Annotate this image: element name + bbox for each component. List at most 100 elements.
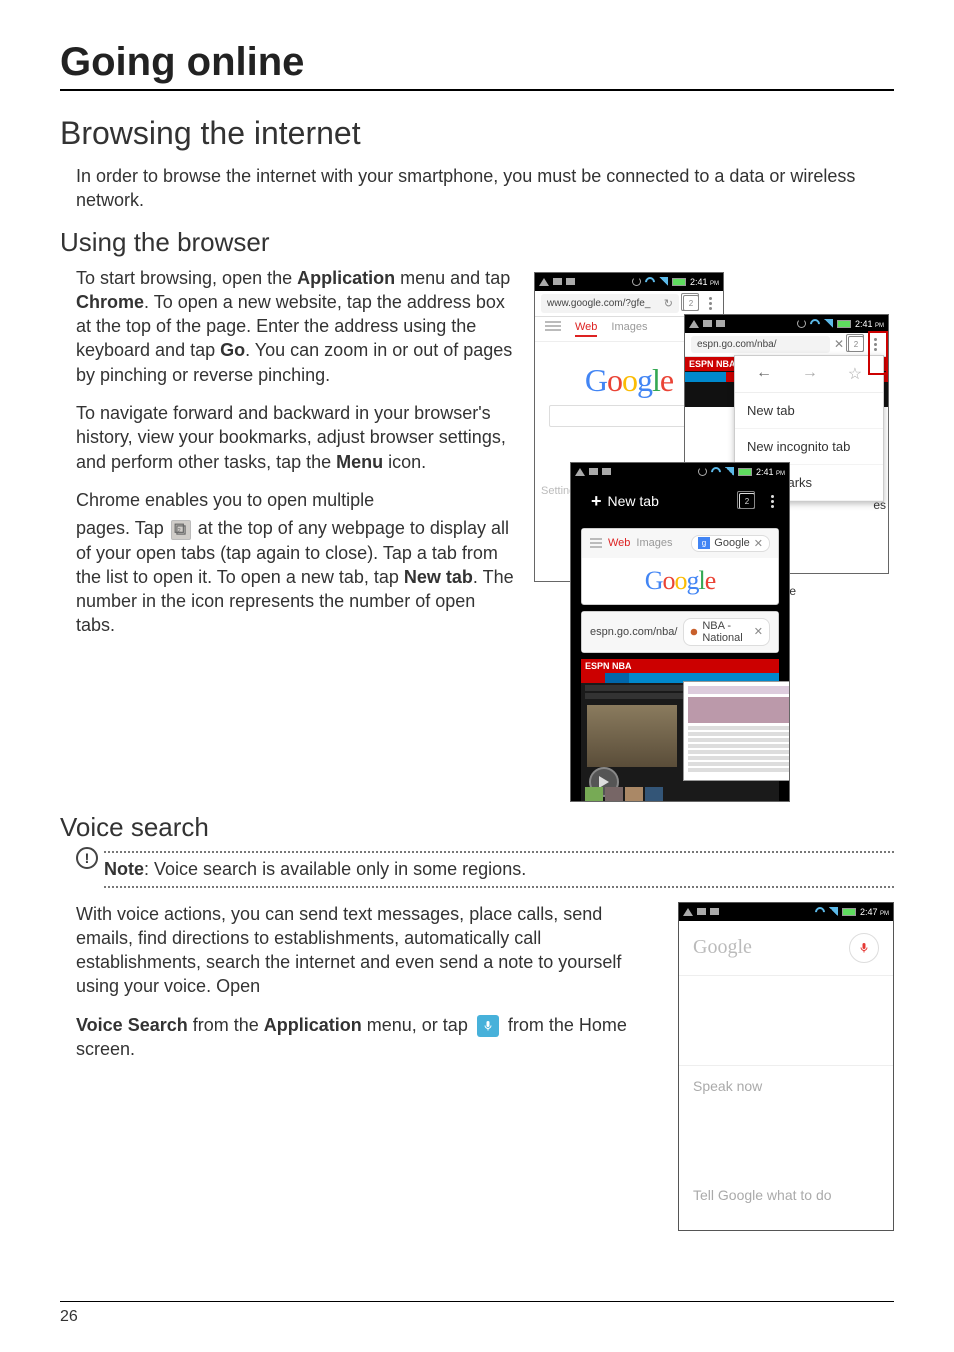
application-word: Application [297, 268, 395, 288]
menu-icon[interactable] [703, 297, 717, 310]
note-alert-icon: ! [76, 847, 98, 869]
close-icon[interactable]: ✕ [834, 337, 844, 351]
note-box: ! Note: Voice search is available only i… [60, 851, 894, 888]
wifi-icon [808, 317, 822, 331]
signal-icon [829, 907, 838, 916]
chrome-word: Chrome [76, 292, 144, 312]
mic-button[interactable] [849, 933, 879, 963]
browser-para-1: To start browsing, open the Application … [76, 266, 514, 387]
text: To start browsing, open the [76, 268, 297, 288]
images-tab: Images [636, 537, 672, 549]
nba-favicon-icon [690, 626, 698, 638]
svg-text:g: g [702, 539, 706, 548]
status-time: 2:41 PM [756, 467, 785, 477]
voice-search-screenshot: 2:47 PM Google Speak now Tell Google wha… [678, 902, 894, 1231]
text: from the [188, 1015, 264, 1035]
status-bar: 2:41 PM [685, 315, 888, 333]
refresh-icon[interactable]: ↻ [664, 297, 673, 310]
warning-icon [575, 468, 585, 476]
close-icon[interactable]: ✕ [754, 537, 763, 550]
picture-icon [566, 278, 575, 285]
close-icon[interactable]: ✕ [754, 625, 763, 638]
status-time: 2:41 PM [855, 319, 884, 329]
google-favicon-icon: g [698, 537, 710, 549]
thumb-icon [645, 787, 663, 801]
hamburger-icon[interactable] [545, 321, 561, 337]
picture-icon [716, 320, 725, 327]
browsing-internet-heading: Browsing the internet [60, 115, 894, 152]
intro-paragraph: In order to browse the internet with you… [76, 164, 894, 213]
screenshot-open-tabs: 2:41 PM +New tab 2 [570, 462, 790, 802]
thumb-icon [605, 787, 623, 801]
web-tab[interactable]: Web [575, 321, 597, 337]
espn-hero-image [587, 705, 677, 767]
battery-icon [738, 468, 752, 476]
back-icon[interactable]: ← [756, 364, 772, 384]
signal-icon [725, 467, 734, 476]
battery-icon [672, 278, 686, 286]
web-tab: Web [608, 537, 630, 549]
voice-search-heading: Voice search [60, 812, 894, 843]
address-row: espn.go.com/nba/ ✕ 2 [685, 333, 888, 357]
warning-icon [689, 320, 699, 328]
open-tab-nba[interactable]: espn.go.com/nba/ NBA - National✕ [581, 611, 779, 653]
status-time: 2:41 PM [690, 277, 719, 287]
url-text: espn.go.com/nba/ [697, 339, 777, 350]
text: To navigate forward and backward in your… [76, 403, 506, 472]
address-input[interactable]: espn.go.com/nba/ [691, 336, 830, 353]
wifi-icon [813, 905, 827, 919]
text: icon. [383, 452, 426, 472]
mic-icon [477, 1015, 499, 1037]
battery-icon [842, 908, 856, 916]
status-bar: 2:41 PM [535, 273, 723, 291]
tabs-icon: 2 [171, 520, 191, 540]
warning-icon [683, 908, 693, 916]
tabs-icon[interactable]: 2 [683, 295, 699, 311]
sync-icon [797, 319, 806, 328]
voice-empty-area [679, 976, 893, 1066]
using-browser-heading: Using the browser [60, 227, 894, 258]
note-label: Note [104, 859, 144, 879]
picture-icon [602, 468, 611, 475]
voice-search-word: Voice Search [76, 1015, 188, 1035]
browser-para-3: Chrome enables you to open multiple [76, 488, 514, 512]
signal-icon [824, 319, 833, 328]
signal-icon [659, 277, 668, 286]
url-text: espn.go.com/nba/ [590, 626, 677, 638]
open-tab-google[interactable]: Web Images gGoogle✕ Google [581, 528, 779, 605]
menu-new-tab[interactable]: New tab [735, 393, 883, 429]
speak-now-label: Speak now [679, 1066, 893, 1106]
page-title: Going online [60, 40, 894, 85]
browser-screenshots-figure: 2:41 PM www.google.com/?gfe_ ↻ 2 Web Ima… [534, 272, 894, 802]
partial-text-e: e [789, 584, 796, 598]
picture-icon [710, 908, 719, 915]
application-word: Application [264, 1015, 362, 1035]
mail-icon [703, 320, 712, 327]
text: pages. Tap [76, 518, 169, 538]
address-input[interactable]: www.google.com/?gfe_ ↻ [541, 294, 679, 313]
warning-icon [539, 278, 549, 286]
espn-header-bar: ESPN NBA [581, 659, 779, 673]
google-label: Google [693, 936, 752, 959]
google-voice-header: Google [679, 921, 893, 976]
voice-para-2: Voice Search from the Application menu, … [76, 1013, 644, 1062]
star-icon[interactable]: ☆ [848, 364, 862, 384]
new-tab-button[interactable]: +New tab [581, 485, 669, 518]
title-underline [60, 89, 894, 91]
hamburger-icon [590, 538, 602, 548]
go-word: Go [220, 340, 245, 360]
text: menu, or tap [362, 1015, 473, 1035]
tab-title: Google [714, 537, 749, 549]
forward-icon[interactable]: → [802, 364, 818, 384]
espn-article-preview [683, 681, 790, 781]
partial-text-es: es [873, 498, 886, 512]
status-time: 2:47 PM [860, 907, 889, 917]
menu-icon[interactable] [765, 495, 779, 508]
images-tab[interactable]: Images [611, 321, 647, 337]
menu-incognito[interactable]: New incognito tab [735, 429, 883, 465]
battery-icon [837, 320, 851, 328]
sync-icon [632, 277, 641, 286]
menu-icon[interactable] [868, 338, 882, 351]
tabs-icon[interactable]: 2 [848, 336, 864, 352]
tabs-icon[interactable]: 2 [739, 493, 755, 509]
